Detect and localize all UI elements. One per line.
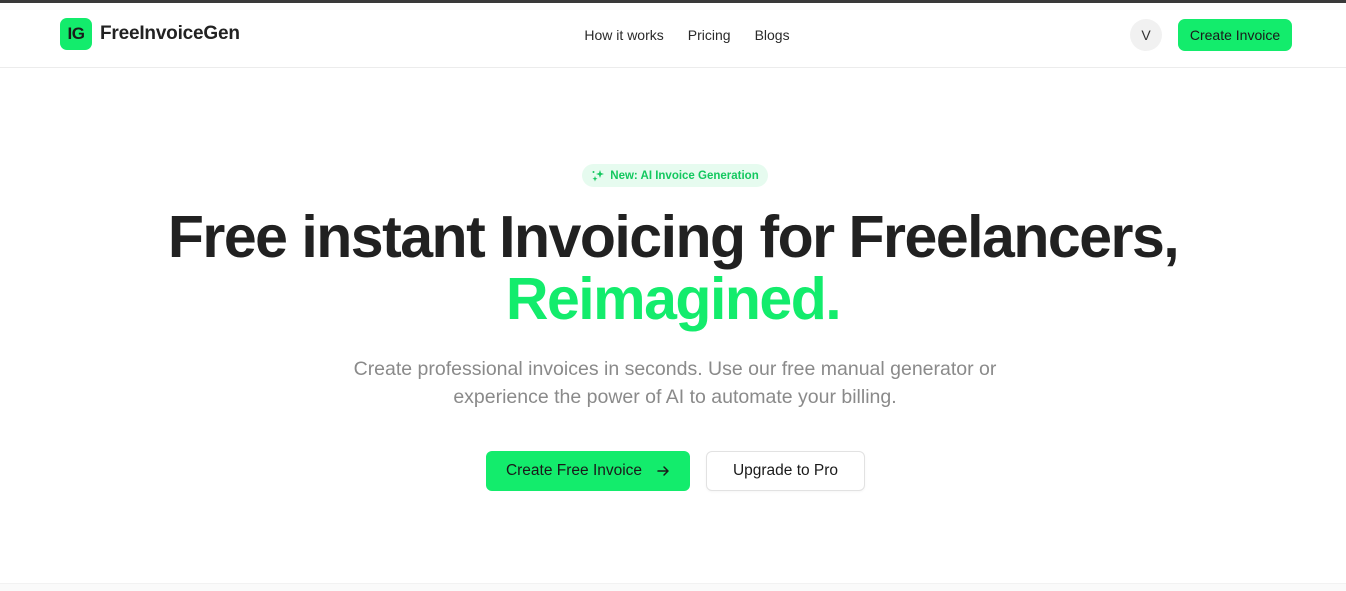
hero-title: Free instant Invoicing for Freelancers, … bbox=[0, 206, 1346, 330]
hero-subtitle: Create professional invoices in seconds.… bbox=[353, 358, 997, 408]
nav-link-pricing[interactable]: Pricing bbox=[688, 27, 731, 43]
hero-title-line1: Free instant Invoicing for Freelancers, bbox=[167, 204, 1180, 270]
sparkles-icon bbox=[592, 169, 605, 181]
create-invoice-button[interactable]: Create Invoice bbox=[1178, 19, 1292, 51]
nav-link-how-it-works[interactable]: How it works bbox=[584, 27, 663, 43]
upgrade-to-pro-button[interactable]: Upgrade to Pro bbox=[706, 451, 865, 491]
create-free-invoice-button[interactable]: Create Free Invoice bbox=[486, 451, 690, 491]
create-free-invoice-label: Create Free Invoice bbox=[505, 462, 643, 479]
logo-icon: IG bbox=[60, 18, 92, 50]
brand[interactable]: IG FreeInvoiceGen bbox=[60, 18, 240, 50]
badge-text: New: AI Invoice Generation bbox=[610, 169, 759, 182]
next-section-edge bbox=[0, 583, 1346, 591]
hero-title-accent: Reimagined. bbox=[505, 266, 842, 332]
user-avatar[interactable]: V bbox=[1130, 19, 1162, 51]
arrow-right-icon bbox=[657, 466, 669, 476]
new-feature-badge: New: AI Invoice Generation bbox=[582, 164, 768, 187]
brand-name: FreeInvoiceGen bbox=[100, 23, 240, 44]
navbar: IG FreeInvoiceGen How it works Pricing B… bbox=[0, 3, 1346, 68]
nav-link-blogs[interactable]: Blogs bbox=[755, 27, 790, 43]
